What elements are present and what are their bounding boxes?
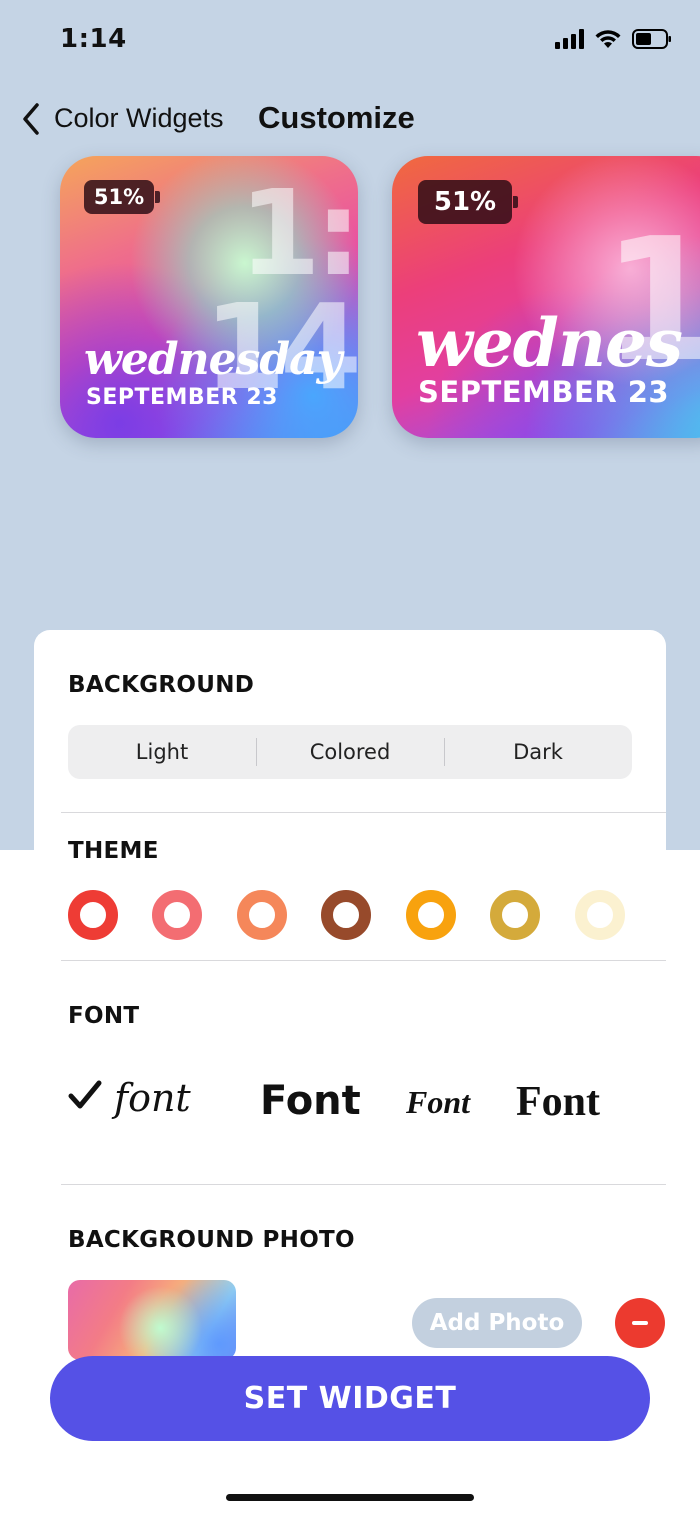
segment-light[interactable]: Light — [68, 725, 256, 779]
home-indicator — [226, 1494, 474, 1501]
battery-icon — [632, 29, 671, 49]
widget-preview-medium[interactable]: 51% 1 wednes SEPTEMBER 23 — [392, 156, 700, 438]
back-button[interactable]: Color Widgets — [54, 103, 224, 134]
segment-dark[interactable]: Dark — [444, 725, 632, 779]
widget-date: SEPTEMBER 23 — [86, 385, 278, 410]
page-title: Customize — [258, 100, 415, 135]
status-time: 1:14 — [60, 24, 127, 54]
divider — [61, 1184, 666, 1185]
wifi-icon — [595, 30, 621, 48]
theme-swatch-3[interactable] — [237, 890, 287, 940]
signal-icon — [555, 29, 584, 49]
theme-swatches — [68, 890, 628, 942]
font-section-title: FONT — [68, 1003, 140, 1029]
background-photo-thumbnail[interactable] — [68, 1280, 236, 1360]
battery-badge: 51% — [84, 180, 160, 214]
theme-swatch-2[interactable] — [152, 890, 202, 940]
font-option-serif[interactable]: Font — [516, 1078, 600, 1126]
widget-day: wednesday — [84, 334, 342, 385]
background-section-title: BACKGROUND — [68, 672, 255, 698]
theme-swatch-7[interactable] — [575, 890, 625, 940]
background-photo-section-title: BACKGROUND PHOTO — [68, 1227, 355, 1253]
segment-colored[interactable]: Colored — [256, 725, 444, 779]
status-icons — [555, 28, 672, 50]
theme-swatch-4[interactable] — [321, 890, 371, 940]
theme-swatch-1[interactable] — [68, 890, 118, 940]
theme-section-title: THEME — [68, 838, 159, 864]
divider — [61, 960, 666, 961]
checkmark-icon — [68, 1080, 102, 1109]
widget-day: wednes — [416, 304, 683, 382]
navigation-bar: Color Widgets Customize — [0, 96, 700, 142]
theme-swatch-5[interactable] — [406, 890, 456, 940]
remove-photo-button[interactable] — [615, 1298, 665, 1348]
divider — [61, 812, 666, 813]
chevron-left-icon[interactable] — [20, 102, 42, 136]
widget-date: SEPTEMBER 23 — [418, 375, 670, 409]
add-photo-button[interactable]: Add Photo — [412, 1298, 582, 1348]
font-option-sans[interactable]: Font — [260, 1078, 361, 1124]
background-segmented-control: Light Colored Dark — [68, 725, 632, 779]
font-option-script[interactable]: font — [114, 1076, 191, 1120]
theme-swatch-6[interactable] — [490, 890, 540, 940]
battery-badge: 51% — [418, 180, 518, 224]
widget-preview-small[interactable]: 51% 1: 14 wednesday SEPTEMBER 23 — [60, 156, 358, 438]
widget-time-hours: 1: — [238, 164, 358, 302]
font-option-brush[interactable]: Font — [406, 1084, 470, 1121]
set-widget-button[interactable]: SET WIDGET — [50, 1356, 650, 1441]
